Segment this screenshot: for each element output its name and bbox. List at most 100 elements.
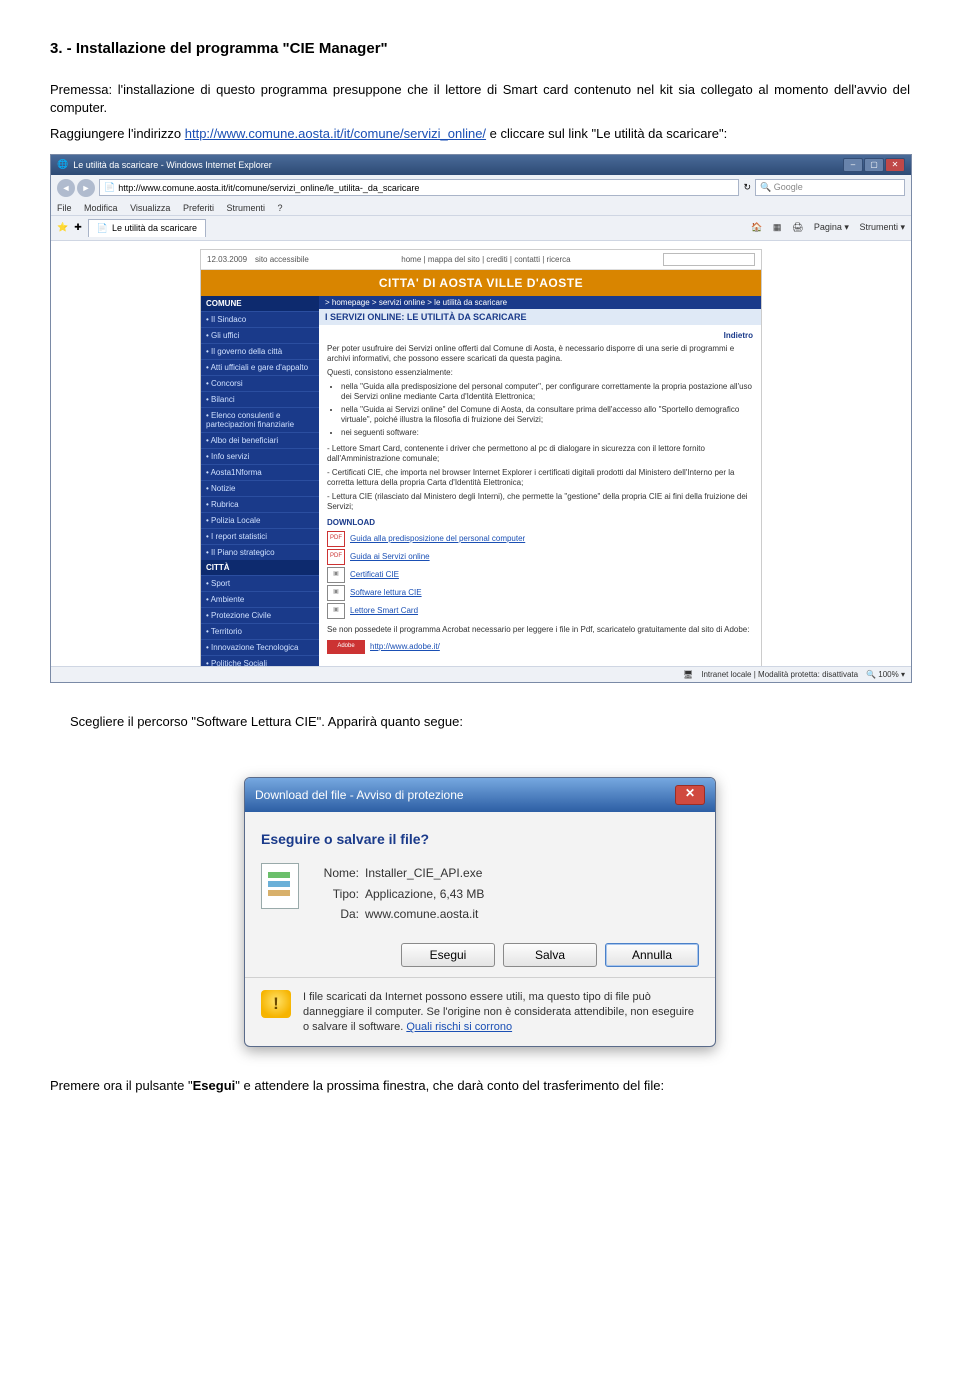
adobe-link[interactable]: http://www.adobe.it/ [370,642,440,651]
refresh-icon[interactable]: ↻ [743,182,751,193]
sidebar-item[interactable]: • Sport [201,575,319,591]
screenshot-ie-window: 🌐 Le utilità da scaricare - Windows Inte… [50,154,912,683]
dialog-title-text: Download del file - Avviso di protezione [255,788,675,802]
sidebar-item[interactable]: • Gli uffici [201,327,319,343]
sidebar-item[interactable]: • Concorsi [201,375,319,391]
adobe-reader-icon: Adobe [327,640,365,654]
back-icon[interactable]: ◄ [57,179,75,197]
sidebar-item[interactable]: • Innovazione Tecnologica [201,639,319,655]
maximize-icon[interactable]: ▢ [864,158,884,172]
intro2a: Raggiungere l'indirizzo [50,126,185,141]
sidebar-item[interactable]: • Il Piano strategico [201,544,319,560]
dialog-question: Eseguire o salvare il file? [261,830,699,850]
ie-viewport: 12.03.2009 sito accessibile home | mappa… [51,241,911,666]
site-search-input[interactable] [663,253,755,266]
warning-icon [261,990,291,1018]
search-box[interactable]: 🔍 Google [755,179,905,196]
forward-icon[interactable]: ► [77,179,95,197]
search-placeholder: Google [774,182,803,192]
outro-b: " e attendere la prossima finestra, che … [235,1078,664,1093]
main-p2: Questi, consistono essenzialmente: [327,368,753,378]
sidebar-item[interactable]: • Aosta1Nforma [201,464,319,480]
dl-guida-servizi[interactable]: Guida ai Servizi online [350,552,430,561]
link-comune-aosta[interactable]: http://www.comune.aosta.it/it/comune/ser… [185,126,486,141]
main-li1: nella "Guida alla predisposizione del pe… [341,382,753,402]
zoom-level[interactable]: 🔍 100% ▾ [866,670,905,679]
dl-guida-pc[interactable]: Guida alla predisposizione del personal … [350,534,525,543]
feeds-icon[interactable]: ▦ [773,222,782,232]
ie-tab-row: ⭐ ✚ 📄 Le utilità da scaricare 🏠 ▦ 🖨 Pagi… [51,216,911,241]
sidebar-item[interactable]: • Atti ufficiali e gare d'appalto [201,359,319,375]
site-topnav[interactable]: home | mappa del sito | crediti | contat… [401,255,570,264]
home-icon[interactable]: 🏠 [751,222,762,232]
menu-file[interactable]: File [57,203,72,213]
value-nome: Installer_CIE_API.exe [365,866,482,880]
pkg-icon: ▣ [327,603,345,619]
sidebar-heading-citta: CITTÀ [201,560,319,575]
sidebar-item[interactable]: • Info servizi [201,448,319,464]
page-favicon: 📄 [104,182,115,193]
sidebar-item[interactable]: • Il Sindaco [201,311,319,327]
ie-address-bar-row: ◄ ► 📄 http://www.comune.aosta.it/it/comu… [51,175,911,201]
main-p1: Per poter usufruire dei Servizi online o… [327,344,753,364]
address-bar[interactable]: 📄 http://www.comune.aosta.it/it/comune/s… [99,179,739,196]
status-zone: Intranet locale | Modalità protetta: dis… [701,670,858,679]
dialog-close-icon[interactable]: ✕ [675,785,705,805]
menu-visualizza[interactable]: Visualizza [130,203,170,213]
pdf-icon: PDF [327,549,345,565]
pkg-icon: ▣ [327,585,345,601]
favorites-star-icon[interactable]: ⭐ [57,222,68,233]
sidebar-item[interactable]: • Territorio [201,623,319,639]
sidebar-item[interactable]: • Notizie [201,480,319,496]
value-da: www.comune.aosta.it [365,907,478,921]
main-p3: - Lettore Smart Card, contenente i drive… [327,444,753,464]
adobe-text: Se non possedete il programma Acrobat ne… [327,625,753,635]
value-tipo: Applicazione, 6,43 MB [365,887,484,901]
sidebar-item[interactable]: • Ambiente [201,591,319,607]
page-menu[interactable]: Pagina ▾ [814,222,849,232]
sidebar-item[interactable]: • Polizia Locale [201,512,319,528]
sidebar-item[interactable]: • Il governo della città [201,343,319,359]
menu-modifica[interactable]: Modifica [84,203,118,213]
pkg-icon: ▣ [327,567,345,583]
toolbar-right: 🏠 ▦ 🖨 Pagina ▾ Strumenti ▾ [743,222,905,233]
breadcrumb: > homepage > servizi online > le utilità… [319,296,761,309]
site-sidebar: COMUNE • Il Sindaco• Gli uffici• Il gove… [201,296,319,666]
site-banner: CITTA' DI AOSTA VILLE D'AOSTE [201,270,761,296]
main-p4: - Certificati CIE, che importa nel brows… [327,468,753,488]
sidebar-item[interactable]: • Politiche Sociali [201,655,319,666]
link-indietro[interactable]: Indietro [327,331,753,340]
print-icon[interactable]: 🖨 [792,222,803,232]
annulla-button[interactable]: Annulla [605,943,699,967]
tools-menu[interactable]: Strumenti ▾ [859,222,905,232]
site-main: > homepage > servizi online > le utilità… [319,296,761,666]
dl-lettore-smart-card[interactable]: Lettore Smart Card [350,606,418,615]
pdf-icon: PDF [327,531,345,547]
main-li3: nei seguenti software: [341,428,753,438]
intro2b: e cliccare sul link "Le utilità da scari… [486,126,727,141]
main-li2: nella "Guida ai Servizi online" del Comu… [341,405,753,425]
sidebar-item[interactable]: • Bilanci [201,391,319,407]
sidebar-item[interactable]: • Albo dei beneficiari [201,432,319,448]
dl-certificati-cie[interactable]: Certificati CIE [350,570,399,579]
sidebar-item[interactable]: • Protezione Civile [201,607,319,623]
menu-strumenti[interactable]: Strumenti [226,203,265,213]
sidebar-item[interactable]: • I report statistici [201,528,319,544]
download-heading: DOWNLOAD [327,518,753,527]
sidebar-item[interactable]: • Rubrica [201,496,319,512]
minimize-icon[interactable]: – [843,158,863,172]
browser-tab[interactable]: 📄 Le utilità da scaricare [88,219,206,237]
label-da: Da: [311,904,359,924]
window-buttons: – ▢ ✕ [843,158,905,172]
salva-button[interactable]: Salva [503,943,597,967]
tab-label: Le utilità da scaricare [112,223,197,233]
warning-link[interactable]: Quali rischi si corrono [406,1021,512,1033]
sidebar-item[interactable]: • Elenco consulenti e partecipazioni fin… [201,407,319,432]
favorites-add-icon[interactable]: ✚ [74,222,82,233]
menu-preferiti[interactable]: Preferiti [183,203,214,213]
dialog-warning: I file scaricati da Internet possono ess… [261,990,699,1036]
menu-help[interactable]: ? [278,203,283,213]
dl-software-lettura-cie[interactable]: Software lettura CIE [350,588,422,597]
close-icon[interactable]: ✕ [885,158,905,172]
esegui-button[interactable]: Esegui [401,943,495,967]
